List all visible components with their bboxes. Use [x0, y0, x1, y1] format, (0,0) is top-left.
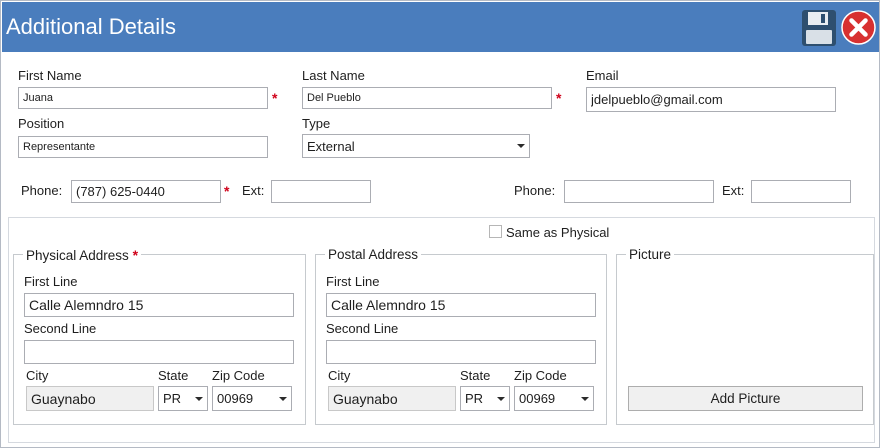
postal-second-line-input[interactable]	[326, 340, 596, 364]
physical-state-label: State	[158, 368, 189, 383]
chevron-down-icon	[191, 397, 207, 401]
last-name-input[interactable]	[302, 87, 552, 109]
physical-state-value: PR	[163, 391, 182, 406]
type-label: Type	[302, 116, 331, 131]
postal-second-line-label: Second Line	[326, 321, 399, 336]
postal-city-input[interactable]	[328, 386, 456, 411]
same-as-physical-checkbox[interactable]	[489, 225, 502, 238]
physical-address-legend: Physical Address *	[23, 247, 142, 263]
same-as-physical-label: Same as Physical	[506, 225, 610, 240]
postal-state-select[interactable]: PR	[460, 386, 510, 411]
chevron-down-icon	[513, 144, 529, 148]
type-select-value: External	[307, 138, 355, 154]
position-label: Position	[18, 116, 65, 131]
add-picture-button[interactable]: Add Picture	[628, 386, 863, 411]
last-name-label: Last Name	[302, 68, 365, 83]
postal-first-line-label: First Line	[326, 274, 380, 289]
email-input[interactable]	[586, 87, 836, 112]
physical-city-label: City	[26, 368, 49, 383]
first-name-required-mark: *	[272, 90, 278, 106]
phone-ext-input[interactable]	[271, 180, 371, 203]
postal-zip-value: 00969	[519, 391, 556, 406]
secondary-phone-label: Phone:	[514, 183, 556, 198]
phone-required-mark: *	[224, 183, 230, 199]
last-name-required-mark: *	[556, 90, 562, 106]
physical-city-input[interactable]	[26, 386, 154, 411]
physical-first-line-input[interactable]	[24, 293, 294, 317]
phone-input[interactable]	[71, 180, 221, 203]
physical-address-title: Physical Address	[26, 248, 129, 263]
postal-state-value: PR	[465, 391, 484, 406]
email-label: Email	[586, 68, 619, 83]
close-icon[interactable]	[841, 10, 876, 45]
physical-second-line-input[interactable]	[24, 340, 294, 364]
first-name-input[interactable]	[18, 87, 268, 109]
window-title: Additional Details	[6, 14, 176, 39]
postal-city-label: City	[328, 368, 351, 383]
physical-first-line-label: First Line	[24, 274, 78, 289]
first-name-label: First Name	[18, 68, 82, 83]
floppy-disk-icon[interactable]	[801, 9, 837, 47]
postal-zip-label: Zip Code	[514, 368, 567, 383]
chevron-down-icon	[493, 397, 509, 401]
physical-second-line-label: Second Line	[24, 321, 97, 336]
physical-state-select[interactable]: PR	[158, 386, 208, 411]
chevron-down-icon	[577, 397, 593, 401]
picture-legend: Picture	[626, 247, 675, 262]
secondary-phone-ext-label: Ext:	[722, 183, 745, 198]
physical-zip-select[interactable]: 00969	[212, 386, 292, 411]
physical-zip-label: Zip Code	[212, 368, 265, 383]
postal-zip-select[interactable]: 00969	[514, 386, 594, 411]
physical-address-required-mark: *	[132, 247, 139, 263]
phone-label: Phone:	[21, 183, 63, 198]
chevron-down-icon	[275, 397, 291, 401]
type-select[interactable]: External	[302, 134, 530, 158]
secondary-phone-ext-input[interactable]	[751, 180, 851, 203]
phone-ext-label: Ext:	[242, 183, 265, 198]
additional-details-window: Additional Details First Name * Last Nam…	[0, 0, 880, 448]
postal-first-line-input[interactable]	[326, 293, 596, 317]
postal-address-legend: Postal Address	[325, 247, 422, 262]
position-input[interactable]	[18, 136, 268, 158]
secondary-phone-input[interactable]	[564, 180, 714, 203]
physical-zip-value: 00969	[217, 391, 254, 406]
title-bar: Additional Details	[2, 2, 879, 52]
postal-state-label: State	[460, 368, 491, 383]
